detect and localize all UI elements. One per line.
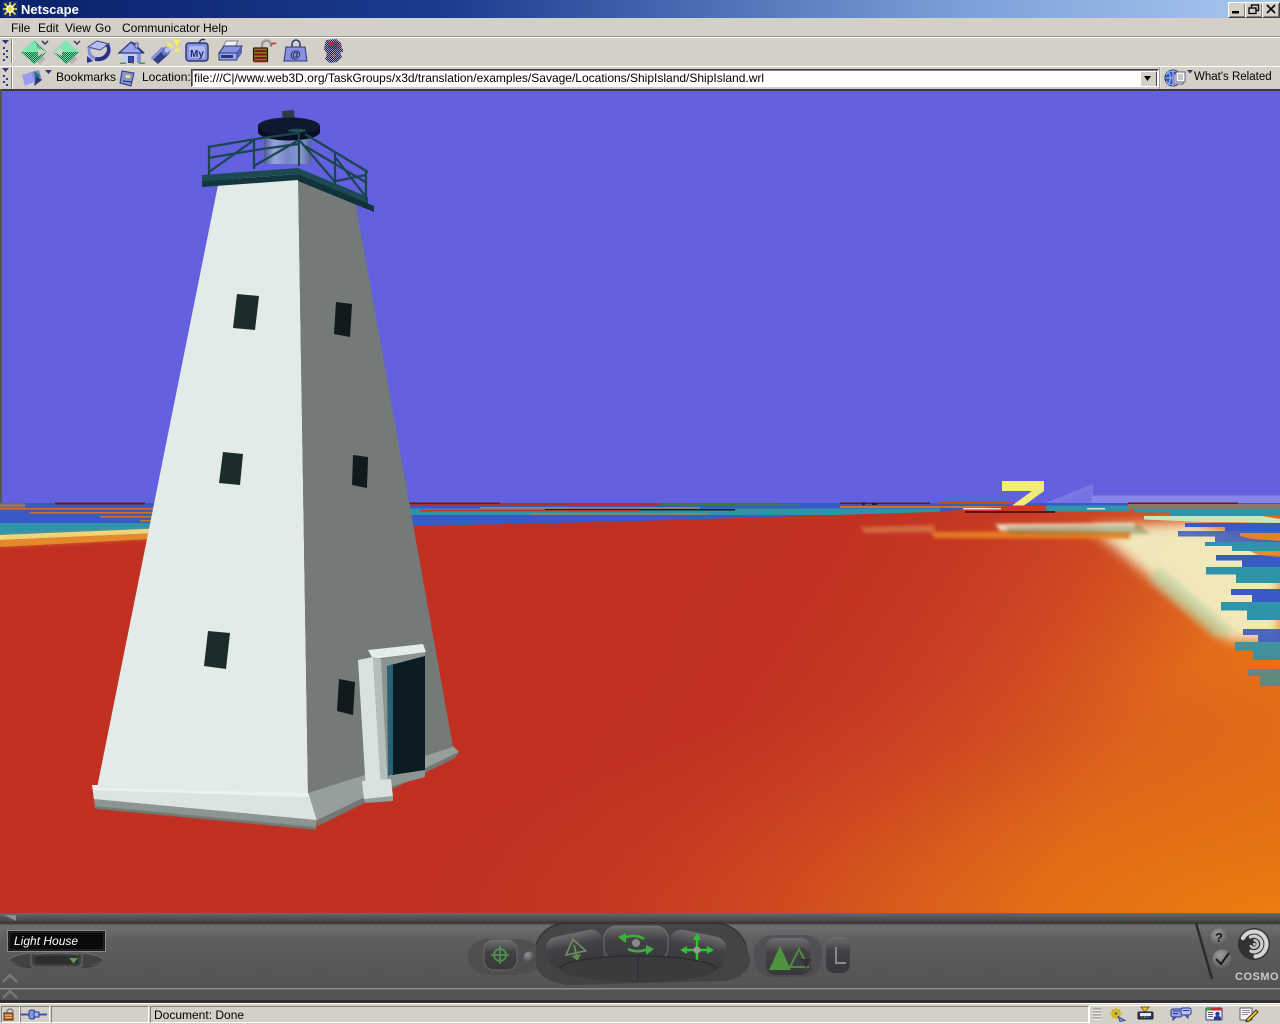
svg-text:My: My (190, 49, 204, 60)
svg-text:COSMO: COSMO (1235, 971, 1279, 983)
svg-text:?: ? (1215, 930, 1223, 945)
svg-text:@: @ (290, 49, 301, 61)
svg-text:Light House: Light House (14, 934, 78, 948)
